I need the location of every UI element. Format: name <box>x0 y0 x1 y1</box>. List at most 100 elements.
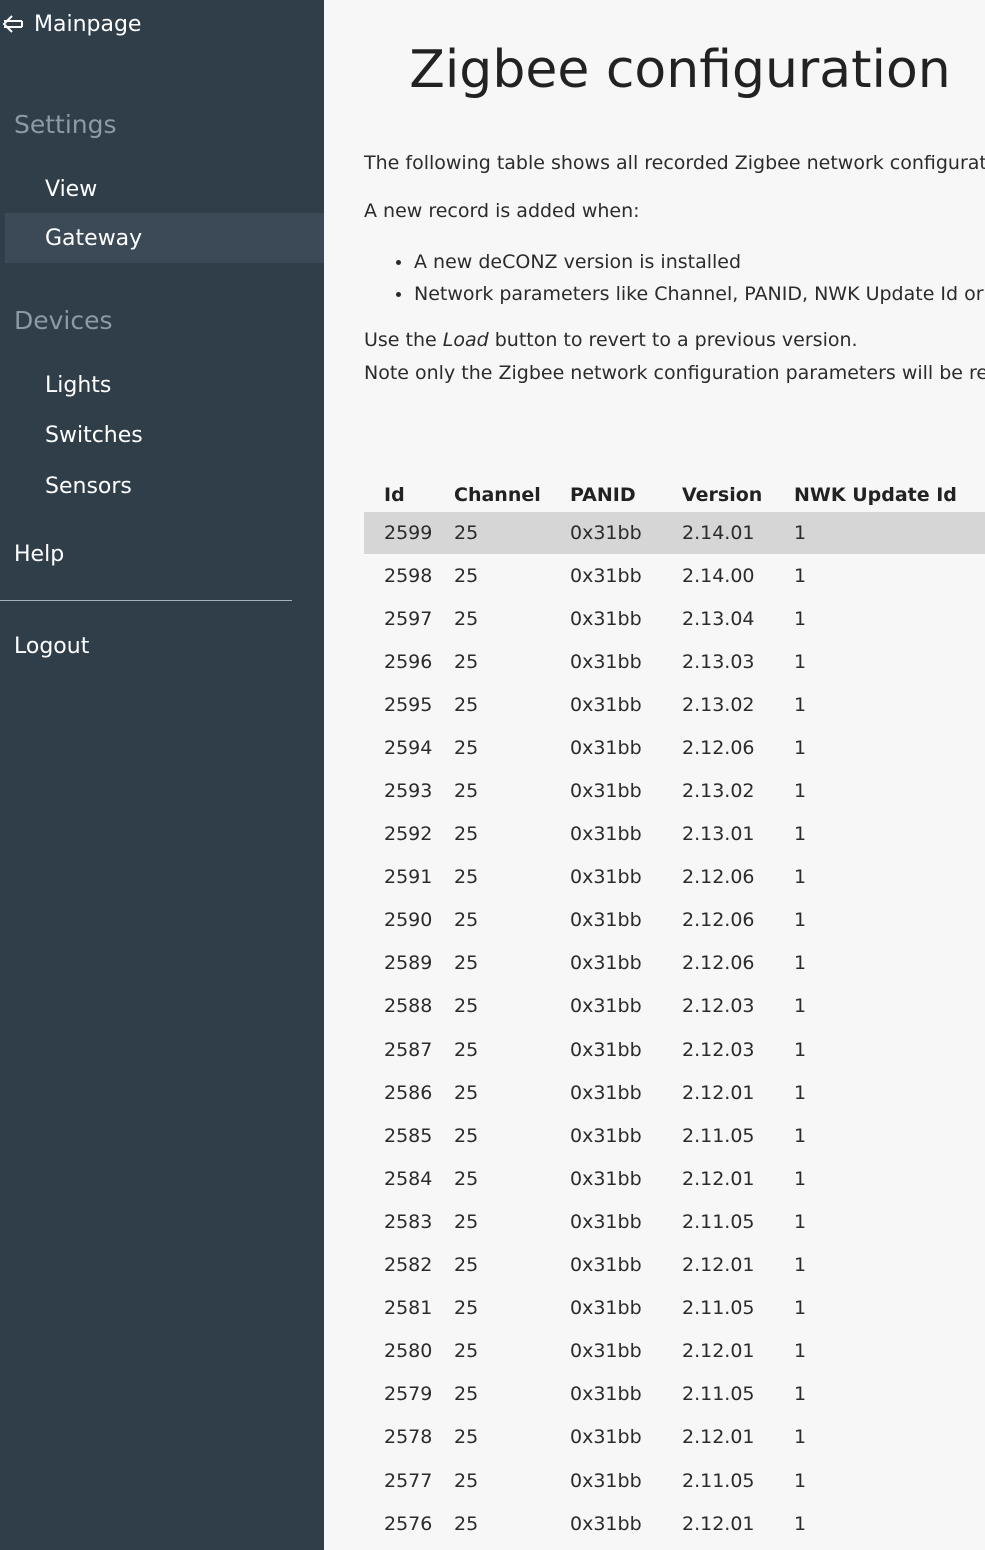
cell-version: 2.13.04 <box>682 607 755 630</box>
table-row[interactable]: 2590 25 0x31bb 2.12.06 1 <box>364 899 985 942</box>
table-row[interactable]: 2576 25 0x31bb 2.12.01 1 <box>364 1502 985 1545</box>
cell-id: 2596 <box>384 650 433 673</box>
sidebar-item-sensors[interactable]: Sensors <box>5 461 324 511</box>
cell-version: 2.13.01 <box>682 823 755 846</box>
list-item: A new deCONZ version is installed <box>396 248 984 280</box>
cell-nwk-update-id: 1 <box>794 909 807 932</box>
cell-channel: 25 <box>454 1383 479 1406</box>
table-row[interactable]: 2577 25 0x31bb 2.11.05 1 <box>364 1459 985 1502</box>
cell-channel: 25 <box>454 1124 479 1147</box>
table-row[interactable]: 2588 25 0x31bb 2.12.03 1 <box>364 985 985 1028</box>
table-row[interactable]: 2592 25 0x31bb 2.13.01 1 <box>364 813 985 856</box>
table-row[interactable]: 2591 25 0x31bb 2.12.06 1 <box>364 856 985 899</box>
cell-panid: 0x31bb <box>570 909 642 932</box>
sidebar: Mainpage Settings View Gateway Devices L… <box>0 0 324 1550</box>
cell-version: 2.12.01 <box>682 1426 755 1449</box>
table-row[interactable]: 2582 25 0x31bb 2.12.01 1 <box>364 1244 985 1287</box>
cell-nwk-update-id: 1 <box>794 1124 807 1147</box>
table-row[interactable]: 2593 25 0x31bb 2.13.02 1 <box>364 769 985 812</box>
table-row[interactable]: 2599 25 0x31bb 2.14.01 1 <box>364 512 985 554</box>
cell-panid: 0x31bb <box>570 1426 642 1449</box>
cell-version: 2.11.05 <box>682 1383 755 1406</box>
cell-panid: 0x31bb <box>570 1210 642 1233</box>
cell-version: 2.12.06 <box>682 952 755 975</box>
cell-panid: 0x31bb <box>570 995 642 1018</box>
cell-nwk-update-id: 1 <box>794 1081 807 1104</box>
sidebar-item-logout[interactable]: Logout <box>14 634 89 659</box>
note-text: Note only the Zigbee network configurati… <box>364 362 985 384</box>
cell-version: 2.13.02 <box>682 693 755 716</box>
cell-version: 2.12.01 <box>682 1081 755 1104</box>
cell-panid: 0x31bb <box>570 522 642 544</box>
cell-version: 2.12.06 <box>682 909 755 932</box>
cell-panid: 0x31bb <box>570 650 642 673</box>
cell-nwk-update-id: 1 <box>794 823 807 846</box>
table-row[interactable]: 2597 25 0x31bb 2.13.04 1 <box>364 597 985 640</box>
cell-channel: 25 <box>454 1038 479 1061</box>
main-content: Zigbee configuration The following table… <box>324 0 985 1550</box>
table-row[interactable]: 2596 25 0x31bb 2.13.03 1 <box>364 640 985 683</box>
sidebar-item-switches[interactable]: Switches <box>5 410 324 460</box>
cell-nwk-update-id: 1 <box>794 693 807 716</box>
table-row[interactable]: 2586 25 0x31bb 2.12.01 1 <box>364 1071 985 1114</box>
devices-heading: Devices <box>14 306 113 335</box>
table-row[interactable]: 2598 25 0x31bb 2.14.00 1 <box>364 554 985 597</box>
cell-panid: 0x31bb <box>570 736 642 759</box>
table-row[interactable]: 2587 25 0x31bb 2.12.03 1 <box>364 1028 985 1071</box>
cell-id: 2594 <box>384 736 433 759</box>
cell-id: 2593 <box>384 780 433 803</box>
record-conditions-list: A new deCONZ version is installed Networ… <box>396 248 984 312</box>
cell-id: 2577 <box>384 1469 433 1492</box>
table-row[interactable]: 2583 25 0x31bb 2.11.05 1 <box>364 1200 985 1243</box>
cell-panid: 0x31bb <box>570 952 642 975</box>
cell-panid: 0x31bb <box>570 1124 642 1147</box>
sidebar-item-view[interactable]: View <box>5 164 324 214</box>
cell-channel: 25 <box>454 693 479 716</box>
table-row[interactable]: 2585 25 0x31bb 2.11.05 1 <box>364 1114 985 1157</box>
cell-channel: 25 <box>454 1340 479 1363</box>
cell-panid: 0x31bb <box>570 1254 642 1277</box>
cell-channel: 25 <box>454 1512 479 1535</box>
cell-version: 2.12.01 <box>682 1254 755 1277</box>
cell-id: 2599 <box>384 522 433 544</box>
table-row[interactable]: 2584 25 0x31bb 2.12.01 1 <box>364 1157 985 1200</box>
cell-id: 2586 <box>384 1081 433 1104</box>
cell-channel: 25 <box>454 1297 479 1320</box>
cell-panid: 0x31bb <box>570 823 642 846</box>
sidebar-divider <box>0 600 292 601</box>
mainpage-link[interactable]: Mainpage <box>0 8 141 40</box>
cell-id: 2597 <box>384 607 433 630</box>
table-row[interactable]: 2578 25 0x31bb 2.12.01 1 <box>364 1416 985 1459</box>
cell-channel: 25 <box>454 1426 479 1449</box>
cell-panid: 0x31bb <box>570 564 642 587</box>
cell-version: 2.12.06 <box>682 866 755 889</box>
sidebar-item-gateway[interactable]: Gateway <box>5 213 324 263</box>
sidebar-item-lights[interactable]: Lights <box>5 360 324 410</box>
table-row[interactable]: 2580 25 0x31bb 2.12.01 1 <box>364 1330 985 1373</box>
cell-version: 2.11.05 <box>682 1124 755 1147</box>
cell-nwk-update-id: 1 <box>794 1340 807 1363</box>
sidebar-item-help[interactable]: Help <box>14 542 64 567</box>
config-table: Id Channel PANID Version NWK Update Id 2… <box>364 478 985 1545</box>
cell-version: 2.13.02 <box>682 780 755 803</box>
table-row[interactable]: 2589 25 0x31bb 2.12.06 1 <box>364 942 985 985</box>
cell-channel: 25 <box>454 1254 479 1277</box>
intro-text: The following table shows all recorded Z… <box>364 152 985 174</box>
cell-version: 2.11.05 <box>682 1210 755 1233</box>
column-header-channel: Channel <box>454 484 541 506</box>
cell-version: 2.12.03 <box>682 1038 755 1061</box>
table-row[interactable]: 2595 25 0x31bb 2.13.02 1 <box>364 683 985 726</box>
cell-channel: 25 <box>454 866 479 889</box>
list-item: Network parameters like Channel, PANID, … <box>396 280 984 312</box>
table-row[interactable]: 2579 25 0x31bb 2.11.05 1 <box>364 1373 985 1416</box>
table-row[interactable]: 2581 25 0x31bb 2.11.05 1 <box>364 1287 985 1330</box>
cell-id: 2592 <box>384 823 433 846</box>
table-row[interactable]: 2594 25 0x31bb 2.12.06 1 <box>364 726 985 769</box>
cell-version: 2.12.06 <box>682 736 755 759</box>
cell-id: 2582 <box>384 1254 433 1277</box>
cell-channel: 25 <box>454 823 479 846</box>
cell-nwk-update-id: 1 <box>794 1469 807 1492</box>
column-header-id: Id <box>384 484 405 506</box>
cell-panid: 0x31bb <box>570 866 642 889</box>
cell-panid: 0x31bb <box>570 1340 642 1363</box>
